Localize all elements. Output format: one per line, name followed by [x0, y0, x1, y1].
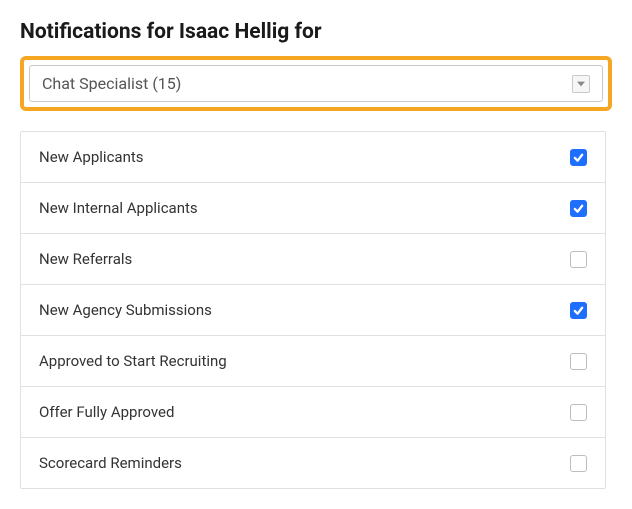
notification-row: New Internal Applicants — [21, 183, 605, 234]
notification-label: New Applicants — [39, 148, 144, 166]
notification-label: New Internal Applicants — [39, 199, 198, 217]
notification-row: New Applicants — [21, 132, 605, 183]
notification-list: New Applicants New Internal Applicants N… — [20, 131, 606, 489]
notification-label: Approved to Start Recruiting — [39, 352, 227, 370]
notification-row: Approved to Start Recruiting — [21, 336, 605, 387]
page-title: Notifications for Isaac Hellig for — [20, 20, 612, 44]
notification-checkbox[interactable] — [570, 251, 587, 268]
notification-checkbox[interactable] — [570, 455, 587, 472]
notification-label: Offer Fully Approved — [39, 403, 174, 421]
notification-row: Scorecard Reminders — [21, 438, 605, 488]
notification-checkbox[interactable] — [570, 200, 587, 217]
notification-label: New Referrals — [39, 250, 132, 268]
notification-label: New Agency Submissions — [39, 301, 212, 319]
notification-checkbox[interactable] — [570, 353, 587, 370]
notification-checkbox[interactable] — [570, 404, 587, 421]
notification-label: Scorecard Reminders — [39, 454, 182, 472]
job-select-value: Chat Specialist (15) — [42, 74, 181, 93]
notification-row: New Agency Submissions — [21, 285, 605, 336]
notification-row: New Referrals — [21, 234, 605, 285]
chevron-down-icon — [572, 75, 590, 93]
select-highlight-frame: Chat Specialist (15) — [20, 56, 612, 111]
job-select[interactable]: Chat Specialist (15) — [29, 65, 603, 102]
notification-checkbox[interactable] — [570, 302, 587, 319]
notification-checkbox[interactable] — [570, 149, 587, 166]
notification-row: Offer Fully Approved — [21, 387, 605, 438]
